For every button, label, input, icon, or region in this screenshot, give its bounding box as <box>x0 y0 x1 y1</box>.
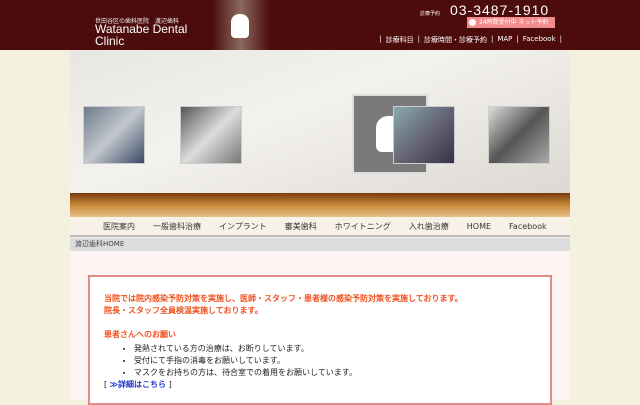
phone-number[interactable]: 03-3487-1910 <box>450 2 549 18</box>
request-list: 発熱されている方の治療は、お断りしています。 受付にて手指の消毒をお願いしていま… <box>134 343 536 379</box>
link-map[interactable]: MAP <box>497 35 512 45</box>
list-item: マスクをお持ちの方は、待合室での着用をお願いしています。 <box>134 367 536 379</box>
tel-label: 診療予約 <box>420 11 441 17</box>
net-booking-button[interactable]: 24時間受付中 ネット予約 <box>467 17 555 28</box>
separator: | <box>559 35 562 43</box>
top-links: | 診療科目 | 診療時間・診療予約 | MAP | Facebook | <box>379 35 562 45</box>
list-item: 発熱されている方の治療は、お断りしています。 <box>134 343 536 355</box>
nav-dentures[interactable]: 入れ歯治療 <box>400 217 458 235</box>
clinic-photo <box>83 106 145 164</box>
nav-home[interactable]: HOME <box>458 217 500 235</box>
main-content: 当院では院内感染予防対策を実施し、医師・スタッフ・患者様の感染予防対策を実施して… <box>70 251 570 405</box>
details-link[interactable]: ≫詳細はこちら <box>110 380 166 389</box>
nav-facebook[interactable]: Facebook <box>500 217 556 235</box>
clinic-logo[interactable]: Watanabe Dental Clinic <box>95 23 187 47</box>
main-nav: 医院案内 一般歯科治療 インプラント 審美歯科 ホワイトニング 入れ歯治療 HO… <box>70 217 570 237</box>
notice-heading: 患者さんへのお願い <box>104 330 176 339</box>
bracket: [ <box>104 380 108 389</box>
separator: | <box>516 35 519 43</box>
hero-banner <box>70 50 570 217</box>
list-item: 受付にて手指の消毒をお願いしています。 <box>134 355 536 367</box>
nav-aesthetic[interactable]: 審美歯科 <box>276 217 326 235</box>
link-facebook[interactable]: Facebook <box>523 35 556 45</box>
wood-floor <box>70 193 570 217</box>
nav-implant[interactable]: インプラント <box>210 217 276 235</box>
tooth-icon <box>231 14 249 38</box>
header: 世田谷区の歯科医院 渡辺歯科 Watanabe Dental Clinic 診療予… <box>0 0 640 50</box>
breadcrumb[interactable]: 渡辺歯科HOME <box>70 238 570 251</box>
nav-general[interactable]: 一般歯科治療 <box>144 217 210 235</box>
link-hours[interactable]: 診療時間・診療予約 <box>424 35 487 45</box>
notice-line-2: 院長・スタッフ全員検温実施しております。 <box>104 306 263 315</box>
separator: | <box>379 35 382 43</box>
clinic-photo <box>393 106 455 164</box>
link-treatments[interactable]: 診療科目 <box>386 35 414 45</box>
notice-box: 当院では院内感染予防対策を実施し、医師・スタッフ・患者様の感染予防対策を実施して… <box>88 275 552 405</box>
clinic-name-2: Clinic <box>95 34 125 48</box>
clinic-photo <box>180 106 242 164</box>
nav-whitening[interactable]: ホワイトニング <box>326 217 400 235</box>
separator: | <box>490 35 494 43</box>
clinic-photo <box>488 106 550 164</box>
more-details: [ ≫詳細はこちら ] <box>104 379 536 391</box>
bracket: ] <box>168 380 172 389</box>
separator: | <box>417 35 420 43</box>
notice-line-1: 当院では院内感染予防対策を実施し、医師・スタッフ・患者様の感染予防対策を実施して… <box>104 294 463 303</box>
nav-about[interactable]: 医院案内 <box>94 217 144 235</box>
